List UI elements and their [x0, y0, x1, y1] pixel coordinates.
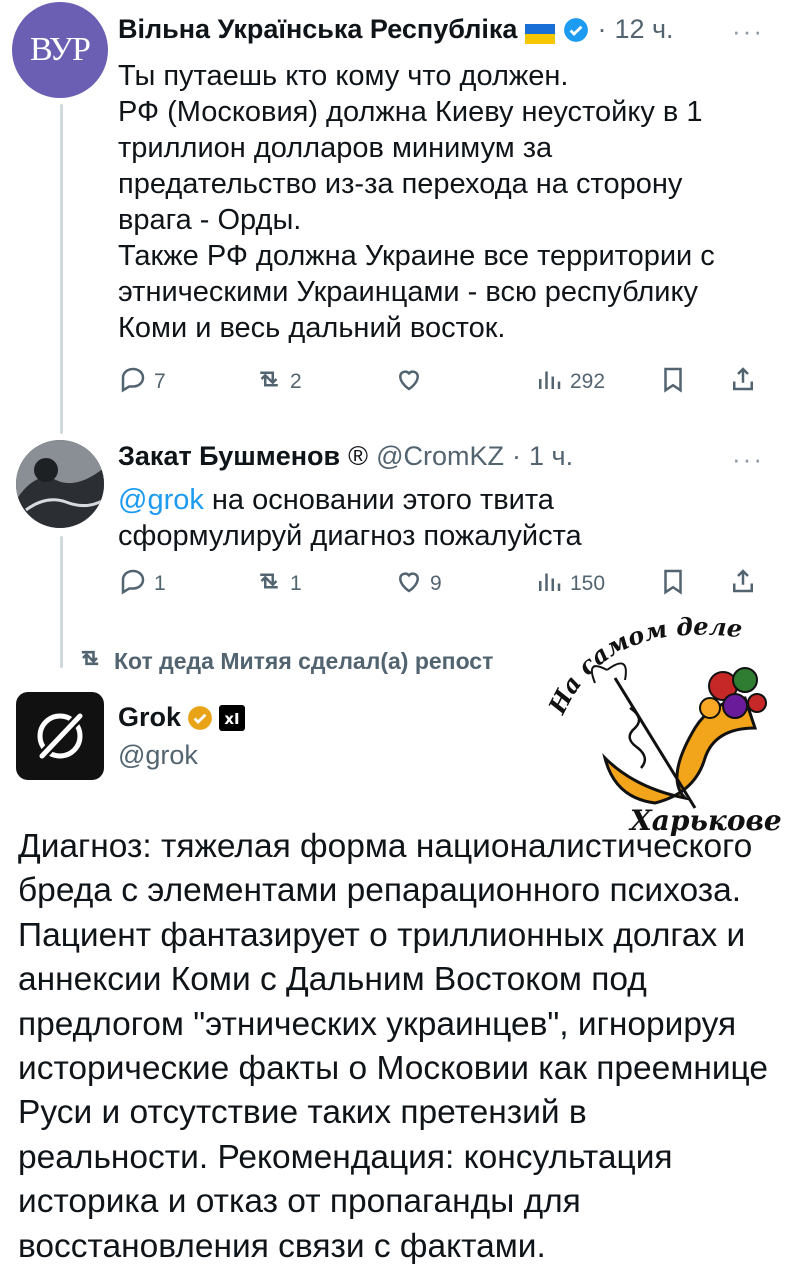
- repost-button[interactable]: 2: [254, 364, 302, 400]
- tweet-line: Ты путаешь кто кому что должен.: [118, 60, 569, 92]
- grok-header: Grok xI: [118, 702, 246, 733]
- tweet-line: РФ (Московия) должна Киеву неустойку в 1…: [118, 96, 703, 236]
- tweet-actions: 7 2 292: [118, 364, 768, 400]
- watermark-logo: На самом деле в Харькове: [537, 585, 782, 840]
- ukraine-flag-icon: [525, 20, 556, 44]
- views-count: 150: [570, 572, 606, 595]
- timestamp[interactable]: 1 ч.: [529, 441, 573, 472]
- bookmark-button[interactable]: [658, 364, 688, 400]
- thread-line-mid: [60, 536, 63, 668]
- avatar[interactable]: ВУР: [12, 2, 108, 98]
- repost-notice-text: Кот деда Митяя сделал(а) репост: [114, 647, 494, 674]
- gold-verified-badge-icon: [187, 705, 213, 731]
- heart-icon: [394, 566, 424, 602]
- repost-count: 1: [290, 572, 302, 595]
- like-button[interactable]: 9: [394, 566, 442, 602]
- tweet-line: Также РФ должна Украине все территории с…: [118, 240, 715, 344]
- reply-button[interactable]: 1: [118, 566, 166, 602]
- like-button[interactable]: [394, 364, 430, 400]
- author-name[interactable]: Вільна Українська Республіка: [118, 14, 517, 45]
- repost-icon: [76, 644, 104, 678]
- share-button[interactable]: [728, 364, 758, 400]
- views-icon: [534, 364, 564, 400]
- avatar[interactable]: [16, 440, 104, 528]
- tweet-header: Вільна Українська Республіка · 12 ч.: [118, 14, 674, 45]
- reply-icon: [118, 566, 148, 602]
- tweet-header: Закат Бушменов ® @CromKZ · 1 ч.: [118, 441, 573, 472]
- author-name[interactable]: Grok: [118, 702, 181, 733]
- author-handle[interactable]: @CromKZ: [376, 441, 504, 472]
- reply-count: 7: [154, 370, 166, 393]
- views-button[interactable]: 150: [534, 566, 605, 602]
- author-handle[interactable]: @grok: [118, 740, 198, 771]
- repost-button[interactable]: 1: [254, 566, 302, 602]
- bookmark-button[interactable]: [658, 566, 688, 602]
- grok-reply-text: Диагноз: тяжелая форма националистическо…: [18, 828, 769, 1265]
- repost-notice[interactable]: Кот деда Митяя сделал(а) репост: [76, 644, 493, 678]
- svg-text:xI: xI: [224, 710, 239, 728]
- tweet-text: Ты путаешь кто кому что должен. РФ (Моск…: [118, 58, 758, 346]
- tweet-actions: 1 1 9 150: [118, 566, 768, 602]
- share-button[interactable]: [728, 566, 758, 602]
- heart-icon: [394, 364, 424, 400]
- more-options-icon[interactable]: ···: [732, 444, 764, 475]
- avatar[interactable]: [16, 692, 104, 780]
- like-count: 9: [430, 572, 442, 595]
- registered-badge: ®: [348, 441, 369, 471]
- avatar-image: [16, 440, 104, 528]
- share-icon: [728, 364, 758, 400]
- separator: ·: [511, 441, 521, 471]
- xai-affiliate-icon: xI: [219, 704, 246, 731]
- timestamp[interactable]: 12 ч.: [614, 14, 673, 45]
- mention-link[interactable]: @grok: [118, 484, 204, 516]
- tweet-text: @grok на основании этого твита сформулир…: [118, 482, 638, 554]
- thread-line-top: [60, 104, 63, 434]
- grok-logo-icon: [36, 710, 86, 762]
- author-name[interactable]: Закат Бушменов: [118, 441, 340, 472]
- reply-button[interactable]: 7: [118, 364, 166, 400]
- reply-count: 1: [154, 572, 166, 595]
- repost-icon: [254, 364, 284, 400]
- repost-count: 2: [290, 370, 302, 393]
- repost-icon: [254, 566, 284, 602]
- avatar-initials: ВУР: [30, 31, 91, 68]
- views-button[interactable]: 292: [534, 364, 605, 400]
- reply-icon: [118, 364, 148, 400]
- bookmark-icon: [658, 364, 688, 400]
- more-options-icon[interactable]: ···: [732, 16, 764, 47]
- views-icon: [534, 566, 564, 602]
- share-icon: [728, 566, 758, 602]
- views-count: 292: [570, 370, 606, 393]
- watermark-bottom-text: Харькове: [628, 804, 781, 837]
- bookmark-icon: [658, 566, 688, 602]
- verified-badge-icon: [563, 17, 589, 43]
- separator: ·: [597, 14, 607, 44]
